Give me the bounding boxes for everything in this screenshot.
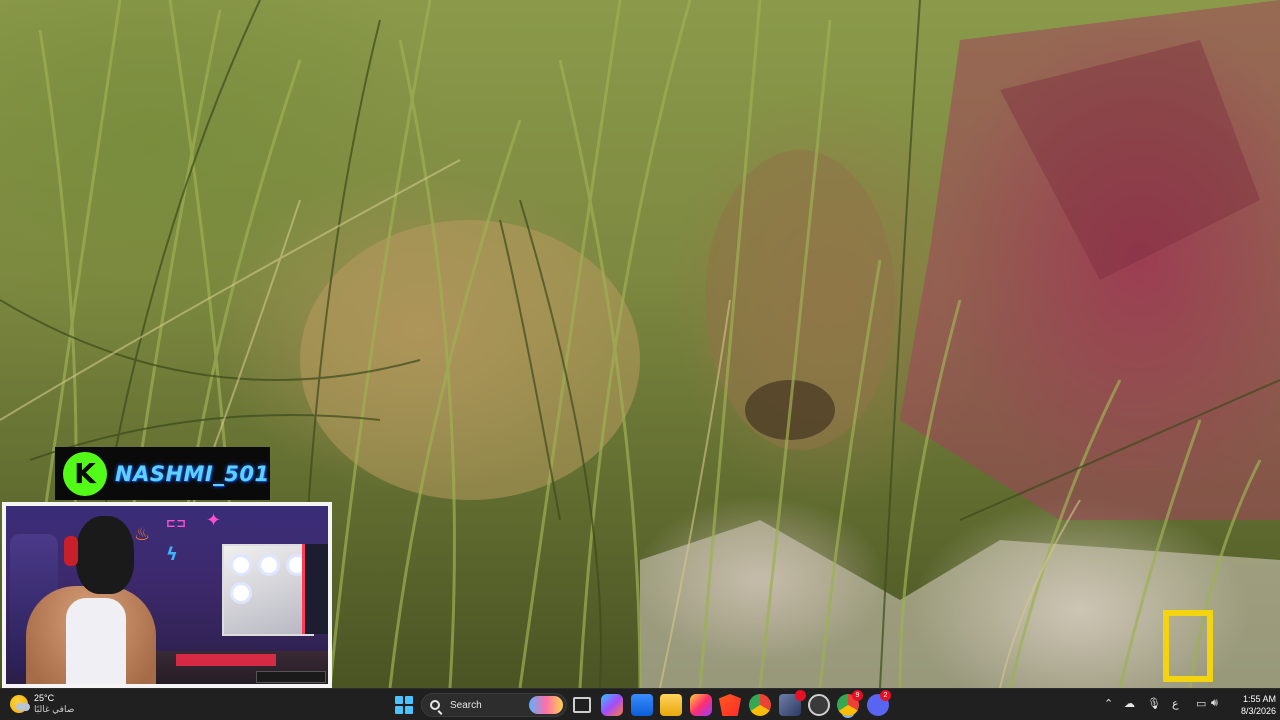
partly-sunny-icon: [10, 695, 30, 713]
gaming-pc: [222, 544, 314, 636]
weather-temperature: 25°C: [34, 693, 55, 703]
microsoft-store-icon[interactable]: [631, 694, 653, 716]
search-highlight-icon: [529, 696, 563, 714]
streamer-shirt: [66, 598, 126, 684]
instagram-icon[interactable]: [690, 694, 712, 716]
lightning-neon-icon: ϟ: [166, 544, 178, 565]
clock-date: 8/3/2026: [1240, 706, 1276, 716]
clock-time: 1:55 AM: [1242, 694, 1276, 704]
chrome-badge: 9: [852, 690, 863, 701]
streamer-mask: [76, 516, 134, 594]
headset-icon: [64, 536, 78, 566]
search-icon: [430, 700, 440, 710]
desk-led: [176, 654, 276, 666]
keyboard-layout[interactable]: ع: [1172, 697, 1179, 710]
national-geographic-logo: [1163, 610, 1213, 682]
weather-widget[interactable]: 25°C صافي غالبًا: [10, 693, 74, 715]
monitor: [302, 544, 328, 634]
streamer-name: NASHMI_501: [115, 461, 270, 486]
search-placeholder: Search: [450, 699, 482, 711]
microphone-icon[interactable]: 🎙︎: [1147, 697, 1161, 710]
chevron-up-icon[interactable]: ⌃: [1104, 697, 1113, 710]
chrome-icon[interactable]: [749, 694, 771, 716]
streamer-name-plate: K NASHMI_501: [55, 447, 270, 500]
app-icon-2[interactable]: [808, 694, 830, 716]
discord-badge: 2: [880, 690, 891, 701]
weather-condition: صافي غالبًا: [34, 704, 75, 714]
gamepad-neon-icon: ⊏⊐: [166, 516, 187, 530]
notification-badge: [795, 690, 806, 701]
onedrive-icon[interactable]: ☁: [1124, 697, 1135, 710]
keyboard: [256, 671, 326, 683]
brave-browser-icon[interactable]: [719, 694, 741, 716]
copilot-icon[interactable]: [601, 694, 623, 716]
kick-logo-icon: K: [63, 451, 107, 496]
task-view-icon[interactable]: [573, 697, 591, 713]
network-icon[interactable]: ▭: [1196, 697, 1206, 710]
volume-icon[interactable]: 🔊︎: [1211, 697, 1218, 710]
file-explorer-icon[interactable]: [660, 694, 682, 716]
start-button[interactable]: [395, 696, 413, 714]
clock[interactable]: 1:55 AM 8/3/2026: [1228, 693, 1276, 717]
fire-neon-icon: ♨: [134, 524, 151, 545]
rocket-neon-icon: ✦: [206, 510, 222, 531]
taskbar-search[interactable]: Search: [421, 693, 567, 717]
webcam-feed: ♨ ⊏⊐ ✦ ϟ: [2, 502, 332, 688]
windows-taskbar: 25°C صافي غالبًا Search 9 2 ⌃ ☁ 🎙︎ ع ▭ 🔊…: [0, 688, 1280, 720]
